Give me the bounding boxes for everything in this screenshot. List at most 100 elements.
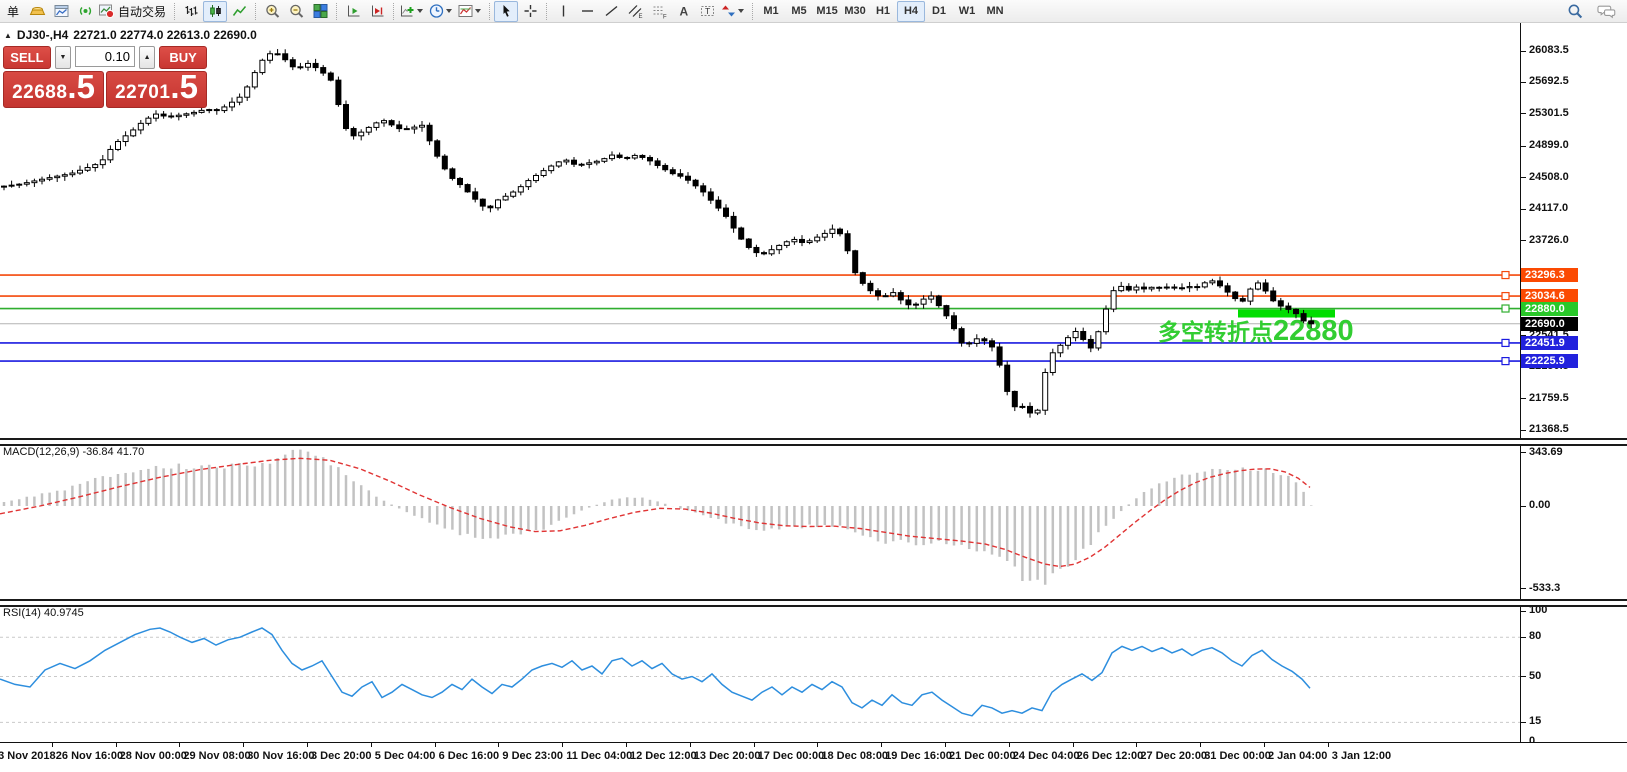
rsi-indicator-label: RSI(14) 40.9745	[3, 607, 84, 619]
buy-price-display[interactable]: 22701 .5	[106, 71, 207, 108]
vertical-line-icon[interactable]	[551, 1, 575, 22]
chart-title-bar: ▲ DJ30-,H4 22721.0 22774.0 22613.0 22690…	[4, 28, 257, 42]
time-axis[interactable]: 23 Nov 201826 Nov 16:0028 Nov 00:0029 No…	[0, 742, 1627, 772]
volume-decrease-button[interactable]: ▼	[55, 46, 71, 69]
time-axis-label: 18 Dec 08:00	[821, 750, 888, 762]
time-tick-mark	[1009, 743, 1010, 747]
timeframe-button-M15[interactable]: M15	[813, 1, 841, 22]
pane-resize-separator[interactable]	[0, 438, 1627, 446]
arrows-icon	[720, 3, 737, 19]
horizontal-line-icon[interactable]	[575, 1, 599, 22]
new-order-item[interactable]: 单	[1, 1, 25, 22]
price-level-flag: 22451.9	[1521, 336, 1578, 350]
axis-tick-mark	[1521, 209, 1526, 210]
chart-shift-icon[interactable]	[365, 1, 389, 22]
svg-text:A: A	[679, 5, 688, 19]
price-axis[interactable]: 26083.525692.525301.524899.024508.024117…	[1521, 23, 1627, 742]
time-tick-mark	[817, 743, 818, 747]
timeframe-button-M5[interactable]: M5	[785, 1, 813, 22]
sell-price-fraction: .5	[67, 72, 95, 102]
time-axis-label: 27 Dec 20:00	[1140, 750, 1207, 762]
time-tick-mark	[626, 743, 627, 747]
time-axis-label: 23 Nov 2018	[0, 750, 56, 762]
bar-chart-icon[interactable]	[179, 1, 203, 22]
price-axis-label: 26083.5	[1529, 44, 1569, 56]
price-axis-label: 24117.0	[1529, 202, 1568, 214]
line-endpoint-handle[interactable]	[1502, 339, 1509, 346]
line-endpoint-handle[interactable]	[1502, 272, 1509, 279]
axis-tick-mark	[1521, 452, 1526, 453]
green-highlight-bar[interactable]	[1238, 310, 1335, 318]
line-endpoint-handle[interactable]	[1502, 358, 1509, 365]
templates-icon[interactable]	[456, 1, 485, 22]
timeframe-button-M30[interactable]: M30	[841, 1, 869, 22]
axis-tick-mark	[1521, 51, 1526, 52]
time-axis-label: 29 Nov 08:00	[183, 750, 250, 762]
buy-button[interactable]: BUY	[159, 46, 207, 69]
fibonacci-icon[interactable]: F	[647, 1, 671, 22]
volume-increase-button[interactable]: ▲	[139, 46, 155, 69]
chart-window-icon	[53, 3, 70, 19]
text-icon[interactable]: A	[671, 1, 695, 22]
candlestick-chart-icon	[207, 3, 224, 19]
line-chart-icon[interactable]	[227, 1, 251, 22]
arrows-dropdown-caret[interactable]	[738, 9, 744, 13]
cursor-icon[interactable]	[494, 1, 518, 22]
text-icon: A	[675, 3, 692, 19]
channel-icon[interactable]: E	[623, 1, 647, 22]
periods-icon[interactable]	[427, 1, 456, 22]
toolbar-separator	[393, 3, 394, 20]
periods-dropdown-caret[interactable]	[446, 9, 452, 13]
axis-tick-mark	[1521, 676, 1526, 677]
chart-window-icon[interactable]	[49, 1, 73, 22]
trend-annotation-text[interactable]: 多空转折点22880	[1158, 315, 1354, 347]
indicators-dropdown-caret[interactable]	[417, 9, 423, 13]
time-axis-label: 2 Jan 04:00	[1268, 750, 1327, 762]
trendline-icon[interactable]	[599, 1, 623, 22]
candlestick-chart-icon[interactable]	[203, 1, 227, 22]
volume-input[interactable]	[75, 46, 135, 67]
search-icon[interactable]	[1563, 1, 1587, 22]
sell-button[interactable]: SELL	[3, 46, 51, 69]
pane-resize-separator[interactable]	[0, 599, 1627, 607]
timeframe-button-MN[interactable]: MN	[981, 1, 1009, 22]
indicators-icon[interactable]	[398, 1, 427, 22]
zoom-out-icon[interactable]	[284, 1, 308, 22]
collapse-pane-arrow[interactable]: ▲	[4, 31, 12, 40]
crosshair-icon[interactable]	[518, 1, 542, 22]
autotrade-label: 自动交易	[115, 3, 169, 20]
timeframe-button-H4[interactable]: H4	[897, 1, 925, 22]
time-tick-mark	[435, 743, 436, 747]
buy-price-main: 22701	[115, 82, 170, 104]
templates-dropdown-caret[interactable]	[475, 9, 481, 13]
timeframe-button-W1[interactable]: W1	[953, 1, 981, 22]
signal-icon	[77, 3, 94, 19]
timeframe-button-D1[interactable]: D1	[925, 1, 953, 22]
zoom-in-icon[interactable]	[260, 1, 284, 22]
line-endpoint-handle[interactable]	[1502, 305, 1509, 312]
line-endpoint-handle[interactable]	[1502, 293, 1509, 300]
toolbar-separator	[546, 3, 547, 20]
timeframe-button-M1[interactable]: M1	[757, 1, 785, 22]
zoom-in-icon	[264, 3, 281, 19]
current-price-flag: 22690.0	[1521, 317, 1578, 331]
toolbar-right-icons	[1563, 1, 1627, 22]
timeframe-button-H1[interactable]: H1	[869, 1, 897, 22]
arrows-icon[interactable]	[719, 1, 748, 22]
gold-bar-icon	[29, 3, 46, 19]
time-tick-mark	[1264, 743, 1265, 747]
text-label-icon[interactable]: T	[695, 1, 719, 22]
autotrade-button[interactable]: 自动交易	[97, 1, 170, 22]
time-tick-mark	[1136, 743, 1137, 747]
trendline-icon	[603, 3, 620, 19]
sell-price-display[interactable]: 22688 .5	[3, 71, 104, 108]
axis-tick-mark	[1521, 113, 1526, 114]
tile-windows-icon[interactable]	[308, 1, 332, 22]
signal-icon[interactable]	[73, 1, 97, 22]
auto-scroll-icon[interactable]	[341, 1, 365, 22]
chart-shift-icon	[369, 3, 386, 19]
chat-icon[interactable]	[1595, 1, 1619, 22]
toolbar-group: EFAT	[551, 0, 748, 23]
gold-bar-icon[interactable]	[25, 1, 49, 22]
cursor-icon	[498, 3, 515, 19]
